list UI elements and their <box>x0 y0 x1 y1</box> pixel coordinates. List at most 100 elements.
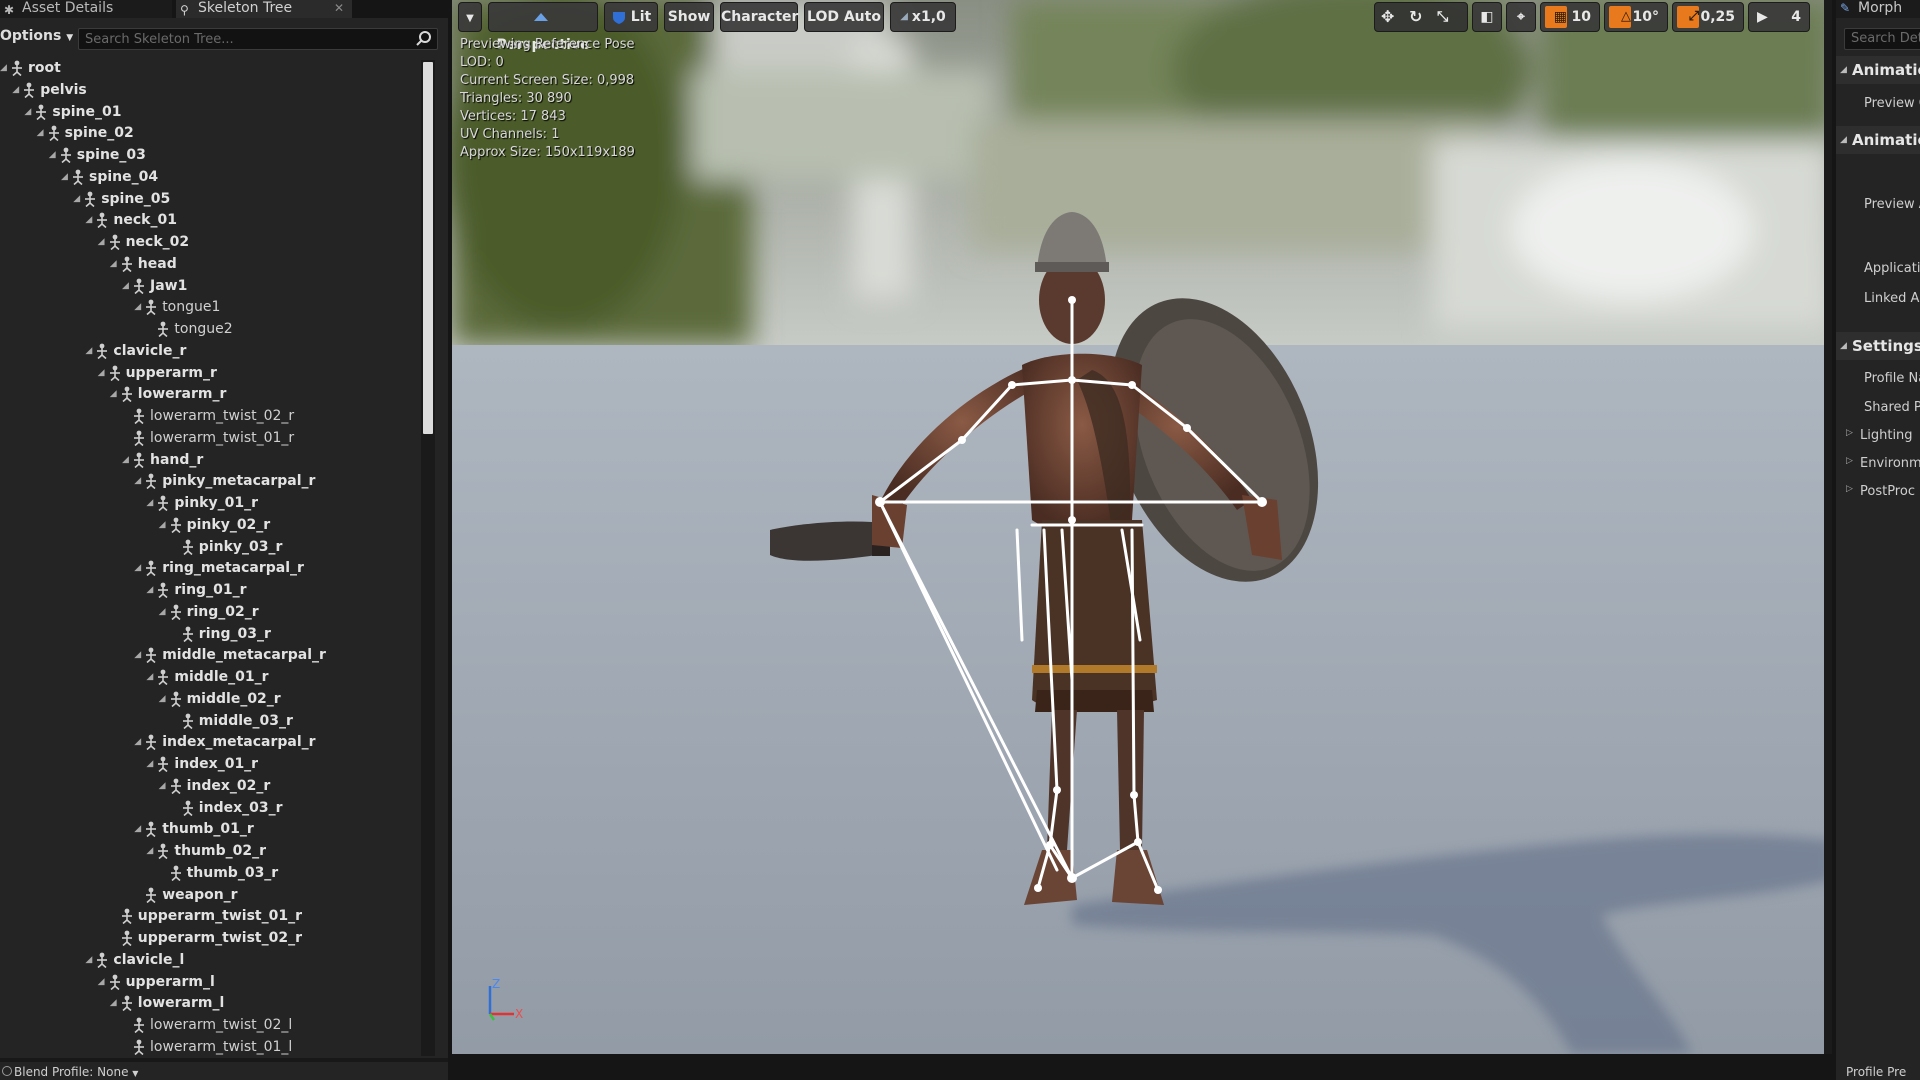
section-animation-2[interactable]: ◢ Animatic <box>1836 126 1920 154</box>
rotation-snap-button[interactable]: △ 10° <box>1604 2 1668 32</box>
expand-arrow-icon[interactable]: ◢ <box>159 689 169 709</box>
tab-asset-details[interactable]: ✱ Asset Details <box>0 0 172 18</box>
tree-row-lowerarm_twist_01_r[interactable]: lowerarm_twist_01_r <box>122 428 294 448</box>
tree-row-upperarm_twist_02_r[interactable]: upperarm_twist_02_r <box>110 928 302 948</box>
postprocess-group[interactable]: ▷ PostProc <box>1846 484 1915 499</box>
tree-row-spine_05[interactable]: ◢ spine_05 <box>73 189 170 209</box>
viewport-options-button[interactable]: ▼ <box>458 2 482 32</box>
tree-row-neck_02[interactable]: ◢ neck_02 <box>98 232 189 252</box>
character-button[interactable]: Character <box>720 2 798 32</box>
expand-arrow-icon[interactable]: ◢ <box>159 776 169 796</box>
lit-button[interactable]: Lit <box>604 2 658 32</box>
blend-profile-dropdown[interactable]: Blend Profile: None ▼ <box>0 1064 138 1080</box>
section-settings[interactable]: ◢ Settings <box>1836 332 1920 360</box>
perspective-button[interactable]: Perspective <box>488 2 598 53</box>
expand-arrow-icon[interactable]: ◢ <box>98 232 108 252</box>
property-row[interactable]: Shared Pr <box>1864 400 1920 415</box>
expand-arrow-icon[interactable]: ◢ <box>85 210 95 230</box>
expand-arrow-icon[interactable]: ◢ <box>98 972 108 992</box>
property-row[interactable]: Profile Na <box>1864 371 1920 386</box>
tree-scrollbar[interactable] <box>421 60 435 1056</box>
options-button[interactable]: Options ▼ <box>0 28 73 50</box>
scrollbar-thumb[interactable] <box>423 62 433 434</box>
search-input[interactable] <box>85 30 405 48</box>
tree-row-index_03_r[interactable]: index_03_r <box>171 798 283 818</box>
tree-row-pinky_03_r[interactable]: pinky_03_r <box>171 537 282 557</box>
tree-row-middle_metacarpal_r[interactable]: ◢ middle_metacarpal_r <box>134 645 326 665</box>
expand-arrow-icon[interactable]: ◢ <box>0 58 10 78</box>
tree-row-pelvis[interactable]: ◢ pelvis <box>12 80 87 100</box>
surface-snap-button[interactable]: ⌖ <box>1506 2 1536 32</box>
lod-button[interactable]: LOD Auto <box>804 2 884 32</box>
tree-row-tongue1[interactable]: ◢ tongue1 <box>134 297 220 317</box>
tree-row-lowerarm_twist_02_r[interactable]: lowerarm_twist_02_r <box>122 406 294 426</box>
tree-row-middle_03_r[interactable]: middle_03_r <box>171 711 293 731</box>
tree-row-thumb_01_r[interactable]: ◢ thumb_01_r <box>134 819 254 839</box>
camera-speed-button[interactable]: ▶ 4 <box>1748 2 1810 32</box>
section-animation[interactable]: ◢ Animatic <box>1836 56 1920 84</box>
expand-arrow-icon[interactable]: ◢ <box>134 471 144 491</box>
tab-morph[interactable]: ✎ Morph <box>1836 0 1920 18</box>
tree-row-lowerarm_r[interactable]: ◢ lowerarm_r <box>110 384 226 404</box>
expand-arrow-icon[interactable]: ◢ <box>134 819 144 839</box>
tree-row-lowerarm_twist_01_l[interactable]: lowerarm_twist_01_l <box>122 1037 292 1057</box>
tree-row-clavicle_r[interactable]: ◢ clavicle_r <box>85 341 186 361</box>
expand-arrow-icon[interactable]: ◢ <box>134 297 144 317</box>
tree-row-spine_01[interactable]: ◢ spine_01 <box>24 102 122 122</box>
expand-arrow-icon[interactable]: ◢ <box>85 341 95 361</box>
expand-arrow-icon[interactable]: ◢ <box>98 363 108 383</box>
expand-arrow-icon[interactable]: ◢ <box>134 732 144 752</box>
tab-skeleton-tree[interactable]: ⚲ Skeleton Tree ✕ <box>176 0 352 18</box>
expand-arrow-icon[interactable]: ◢ <box>85 950 95 970</box>
show-button[interactable]: Show <box>664 2 714 32</box>
close-icon[interactable]: ✕ <box>334 0 344 16</box>
tree-row-upperarm_r[interactable]: ◢ upperarm_r <box>98 363 217 383</box>
lighting-group[interactable]: ▷ Lighting <box>1846 428 1913 443</box>
tree-row-spine_02[interactable]: ◢ spine_02 <box>37 123 134 143</box>
tree-row-spine_04[interactable]: ◢ spine_04 <box>61 167 158 187</box>
tree-row-upperarm_l[interactable]: ◢ upperarm_l <box>98 972 215 992</box>
tree-row-ring_02_r[interactable]: ◢ ring_02_r <box>159 602 259 622</box>
expand-arrow-icon[interactable]: ◢ <box>146 667 156 687</box>
rotate-icon[interactable]: ↻ <box>1409 3 1422 31</box>
expand-arrow-icon[interactable]: ◢ <box>146 493 156 513</box>
expand-arrow-icon[interactable]: ◢ <box>146 754 156 774</box>
expand-arrow-icon[interactable]: ◢ <box>61 167 71 187</box>
scale-icon[interactable]: ⤡ <box>1437 3 1448 31</box>
grid-snap-button[interactable]: ▦ 10 <box>1540 2 1600 32</box>
expand-arrow-icon[interactable]: ◢ <box>110 254 120 274</box>
expand-arrow-icon[interactable]: ◢ <box>146 841 156 861</box>
expand-arrow-icon[interactable]: ◢ <box>122 450 132 470</box>
expand-arrow-icon[interactable]: ◢ <box>24 102 34 122</box>
tree-row-ring_01_r[interactable]: ◢ ring_01_r <box>146 580 246 600</box>
property-row[interactable]: Preview A <box>1864 197 1920 212</box>
tree-row-tongue2[interactable]: tongue2 <box>146 319 233 339</box>
tree-row-jaw1[interactable]: ◢ Jaw1 <box>122 276 187 296</box>
tree-row-ring_metacarpal_r[interactable]: ◢ ring_metacarpal_r <box>134 558 304 578</box>
tree-row-ring_03_r[interactable]: ring_03_r <box>171 624 271 644</box>
environment-group[interactable]: ▷ Environm <box>1846 456 1920 471</box>
coordinate-space-button[interactable]: ◧ <box>1472 2 1502 32</box>
tree-row-head[interactable]: ◢ head <box>110 254 177 274</box>
translate-icon[interactable]: ✥ <box>1381 3 1394 31</box>
tree-row-pinky_02_r[interactable]: ◢ pinky_02_r <box>159 515 270 535</box>
tree-row-thumb_02_r[interactable]: ◢ thumb_02_r <box>146 841 266 861</box>
expand-arrow-icon[interactable]: ◢ <box>110 384 120 404</box>
property-row[interactable]: Applicatic <box>1864 261 1920 276</box>
tree-row-lowerarm_l[interactable]: ◢ lowerarm_l <box>110 993 224 1013</box>
scale-snap-button[interactable]: ⤢ 0,25 <box>1672 2 1744 32</box>
tree-row-index_02_r[interactable]: ◢ index_02_r <box>159 776 270 796</box>
property-row[interactable]: Linked Ar <box>1864 291 1920 306</box>
tree-row-root[interactable]: ◢ root <box>0 58 61 78</box>
tree-row-lowerarm_twist_02_l[interactable]: lowerarm_twist_02_l <box>122 1015 292 1035</box>
expand-arrow-icon[interactable]: ◢ <box>122 276 132 296</box>
tree-row-hand_r[interactable]: ◢ hand_r <box>122 450 203 470</box>
expand-arrow-icon[interactable]: ◢ <box>146 580 156 600</box>
expand-arrow-icon[interactable]: ◢ <box>110 993 120 1013</box>
tree-row-middle_02_r[interactable]: ◢ middle_02_r <box>159 689 281 709</box>
tree-row-middle_01_r[interactable]: ◢ middle_01_r <box>146 667 269 687</box>
tree-row-upperarm_twist_01_r[interactable]: upperarm_twist_01_r <box>110 906 302 926</box>
tree-row-spine_03[interactable]: ◢ spine_03 <box>49 145 146 165</box>
expand-arrow-icon[interactable]: ◢ <box>37 123 47 143</box>
tree-row-thumb_03_r[interactable]: thumb_03_r <box>159 863 278 883</box>
